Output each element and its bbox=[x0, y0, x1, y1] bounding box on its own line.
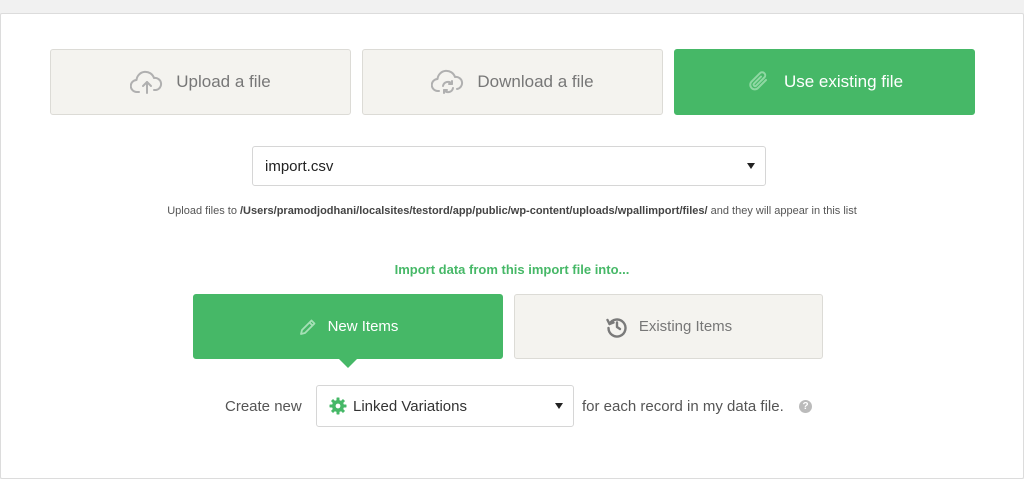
post-type-value: Linked Variations bbox=[353, 397, 467, 415]
post-type-select[interactable]: Linked Variations bbox=[316, 385, 574, 427]
upload-file-label: Upload a file bbox=[176, 72, 271, 91]
new-items-button[interactable]: New Items bbox=[193, 294, 503, 368]
paperclip-icon bbox=[746, 69, 772, 95]
download-file-button[interactable]: Download a file bbox=[362, 49, 663, 115]
create-new-label: Create new bbox=[225, 397, 302, 415]
cloud-sync-icon bbox=[431, 69, 465, 95]
upload-hint-suffix: and they will appear in this list bbox=[707, 205, 857, 217]
selection-pointer bbox=[338, 358, 358, 368]
caret-down-icon bbox=[747, 163, 755, 169]
use-existing-file-button[interactable]: Use existing file bbox=[674, 49, 975, 115]
download-file-label: Download a file bbox=[477, 72, 594, 91]
caret-down-icon bbox=[555, 403, 563, 409]
upload-hint-prefix: Upload files to bbox=[167, 205, 240, 217]
create-new-row: Create new Linked Variations for each re… bbox=[0, 385, 1024, 427]
import-target-heading: Import data from this import file into..… bbox=[394, 262, 630, 277]
existing-items-button[interactable]: Existing Items bbox=[514, 294, 823, 359]
new-items-label: New Items bbox=[327, 318, 399, 335]
gear-icon bbox=[329, 397, 347, 415]
existing-file-value: import.csv bbox=[265, 157, 334, 175]
existing-file-select[interactable]: import.csv bbox=[252, 146, 766, 186]
create-new-suffix: for each record in my data file. bbox=[582, 397, 784, 415]
existing-items-label: Existing Items bbox=[638, 318, 733, 335]
help-icon[interactable]: ? bbox=[799, 400, 812, 413]
upload-hint: Upload files to /Users/pramodjodhani/loc… bbox=[0, 205, 1024, 217]
upload-hint-path: /Users/pramodjodhani/localsites/testord/… bbox=[240, 205, 708, 217]
cloud-upload-icon bbox=[130, 69, 164, 95]
pencil-icon bbox=[298, 317, 318, 337]
upload-file-button[interactable]: Upload a file bbox=[50, 49, 351, 115]
history-icon bbox=[605, 315, 629, 339]
use-existing-file-label: Use existing file bbox=[783, 72, 904, 91]
